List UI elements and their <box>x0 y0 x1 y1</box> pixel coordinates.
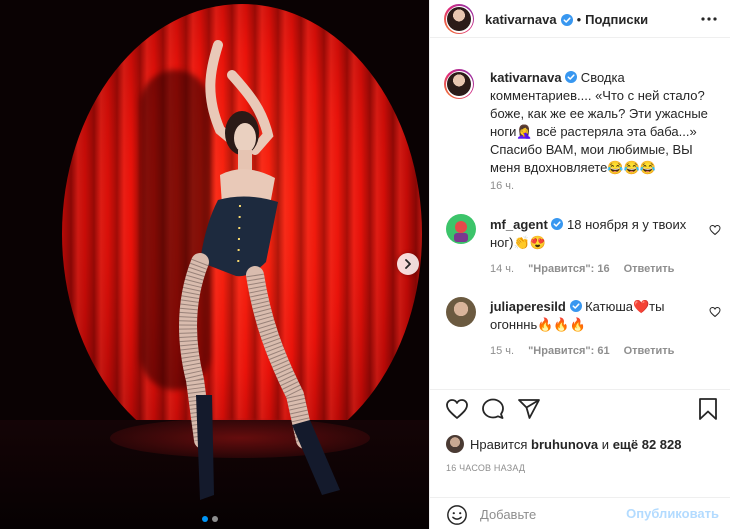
comment-likes-count[interactable]: "Нравится": 16 <box>528 263 609 275</box>
share-send-icon[interactable] <box>517 397 541 421</box>
emoji-smiley-icon[interactable] <box>446 504 468 526</box>
carousel-dot <box>202 516 208 522</box>
save-bookmark-icon[interactable] <box>697 397 719 421</box>
comments-list[interactable]: kativarnava Сводка комментариев.... «Что… <box>430 39 730 389</box>
header-avatar[interactable] <box>444 4 474 34</box>
comment-time[interactable]: 14 ч. <box>490 263 514 275</box>
comment-text: mf_agent 18 ноября я у твоих ног)👏😍 <box>490 216 695 252</box>
comment-bubble-icon[interactable] <box>481 397 505 421</box>
comment-like-heart-icon[interactable] <box>709 306 721 318</box>
post-photo[interactable] <box>0 0 429 529</box>
comment-avatar[interactable] <box>446 297 476 327</box>
comment-username[interactable]: mf_agent <box>490 217 548 232</box>
comment-time[interactable]: 15 ч. <box>490 345 514 357</box>
posted-time[interactable]: 16 ЧАСОВ НАЗАД <box>446 463 525 473</box>
likes-count[interactable]: ещё 82 828 <box>613 437 682 452</box>
header-username[interactable]: kativarnava <box>485 12 557 27</box>
liker-username[interactable]: bruhunova <box>531 437 598 452</box>
comment-meta: 15 ч. "Нравится": 61 Ответить <box>490 345 674 357</box>
add-comment-bar: Опубликовать <box>430 497 730 529</box>
verified-badge-icon <box>569 300 582 312</box>
comment-avatar[interactable] <box>446 214 476 244</box>
action-bar <box>430 389 730 427</box>
publish-button[interactable]: Опубликовать <box>626 506 719 521</box>
comment-text: juliaperesild Катюша❤️ты огонннь🔥🔥🔥 <box>490 298 695 334</box>
reply-button[interactable]: Ответить <box>624 263 675 275</box>
reply-button[interactable]: Ответить <box>624 345 675 357</box>
comment-input[interactable] <box>480 502 630 526</box>
carousel-dots <box>202 516 218 522</box>
header-separator: • <box>576 12 582 27</box>
likes-prefix: Нравится <box>470 436 528 452</box>
verified-badge-icon <box>560 13 573 26</box>
chevron-right-icon <box>405 259 411 269</box>
post-side-panel: kativarnava • Подписки kativarnava Сводк… <box>429 0 730 529</box>
verified-badge-icon <box>551 218 564 230</box>
comment-likes-count[interactable]: "Нравится": 61 <box>528 345 609 357</box>
avatar-illustration-icon <box>454 221 468 242</box>
verified-badge-icon <box>565 71 578 83</box>
caption-avatar[interactable] <box>444 69 474 99</box>
next-slide-button[interactable] <box>397 253 419 275</box>
caption-time[interactable]: 16 ч. <box>490 180 514 192</box>
caption-username[interactable]: kativarnava <box>490 70 562 85</box>
liker-avatar[interactable] <box>446 435 464 453</box>
more-options-icon[interactable] <box>701 11 717 27</box>
carousel-dot <box>212 516 218 522</box>
following-button[interactable]: Подписки <box>585 12 648 27</box>
dancer-figure <box>179 40 340 500</box>
caption-text: kativarnava Сводка комментариев.... «Что… <box>490 69 722 177</box>
comment-meta: 14 ч. "Нравится": 16 Ответить <box>490 263 674 275</box>
comment-like-heart-icon[interactable] <box>709 224 721 236</box>
likes-summary[interactable]: Нравится bruhunova и ещё 82 828 <box>446 435 682 453</box>
like-heart-icon[interactable] <box>445 397 469 421</box>
comment-username[interactable]: juliaperesild <box>490 299 566 314</box>
post-header: kativarnava • Подписки <box>430 0 730 38</box>
caption-body: Сводка комментариев.... «Что с ней стало… <box>490 70 708 175</box>
likes-middle: и <box>601 436 610 452</box>
